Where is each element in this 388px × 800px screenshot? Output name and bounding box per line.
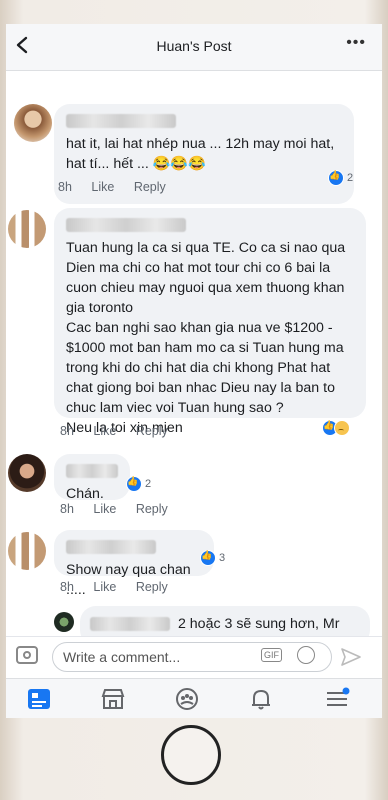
marketplace-icon[interactable] xyxy=(100,687,126,711)
phone-frame: Huan's Post ••• hat it, lai hat nhép nua… xyxy=(0,0,388,800)
avatar[interactable] xyxy=(54,612,74,632)
like-reaction-icon xyxy=(328,170,344,186)
comment-input[interactable]: Write a comment... GIF xyxy=(52,642,332,672)
comment-bubble[interactable]: Chán. xyxy=(54,454,130,502)
comment-meta: 8h Like Reply xyxy=(60,580,184,594)
comment-bubble[interactable]: Tuan hung la ca si qua TE. Co ca si nao … xyxy=(54,208,366,436)
reaction-count[interactable]: 2 xyxy=(328,170,353,186)
reply-button[interactable]: Reply xyxy=(136,424,168,438)
comment-bubble[interactable]: Show nay qua chan ..... xyxy=(54,530,214,598)
comments-list[interactable]: hat it, lai hat nhép nua ... 12h may moi… xyxy=(6,70,382,636)
comment-meta: 8h Like Reply xyxy=(60,502,184,516)
screen: Huan's Post ••• hat it, lai hat nhép nua… xyxy=(6,24,382,718)
reply-bubble[interactable]: 2 hoặc 3 sẽ sung hơn, Mr xyxy=(80,606,370,636)
send-icon[interactable] xyxy=(340,646,362,668)
like-button[interactable]: Like xyxy=(93,424,116,438)
comment-meta: 8h Like Reply xyxy=(58,180,182,194)
comment-time: 8h xyxy=(60,580,74,594)
comment-meta: 8h Like Reply xyxy=(60,424,184,438)
comment-time: 8h xyxy=(60,502,74,516)
sad-reaction-icon xyxy=(334,420,350,436)
home-button[interactable] xyxy=(161,725,221,785)
bottom-tab-bar xyxy=(6,678,382,718)
reply-button[interactable]: Reply xyxy=(134,180,166,194)
notifications-icon[interactable] xyxy=(248,687,274,711)
blurred-commenter-name xyxy=(90,617,170,632)
comment-text: Tuan hung la ca si qua TE. Co ca si nao … xyxy=(66,240,346,436)
blurred-commenter-name xyxy=(66,218,186,232)
avatar[interactable] xyxy=(14,104,52,142)
comment-time: 8h xyxy=(58,180,72,194)
like-reaction-icon xyxy=(200,550,216,566)
comment-text: hat it, lai hat nhép nua ... 12h may moi… xyxy=(66,136,335,172)
reply-button[interactable]: Reply xyxy=(136,502,168,516)
page-title: Huan's Post xyxy=(156,38,232,54)
comment-composer: Write a comment... GIF xyxy=(6,636,382,679)
like-reaction-icon xyxy=(126,476,142,492)
like-button[interactable]: Like xyxy=(93,580,116,594)
blurred-commenter-name xyxy=(66,540,156,554)
more-options-icon[interactable]: ••• xyxy=(346,34,366,52)
comment-text: Chán. xyxy=(66,486,104,502)
camera-icon[interactable] xyxy=(16,646,38,664)
menu-icon[interactable] xyxy=(324,687,350,711)
comment-time: 8h xyxy=(60,424,74,438)
like-button[interactable]: Like xyxy=(93,502,116,516)
blurred-commenter-name xyxy=(66,464,118,478)
avatar[interactable] xyxy=(8,210,46,248)
reaction-count[interactable] xyxy=(322,420,350,436)
groups-icon[interactable] xyxy=(174,687,200,711)
avatar[interactable] xyxy=(8,454,46,492)
reply-button[interactable]: Reply xyxy=(136,580,168,594)
emoji-icon[interactable] xyxy=(297,646,315,664)
reaction-count[interactable]: 2 xyxy=(126,476,151,492)
blurred-commenter-name xyxy=(66,114,176,128)
like-button[interactable]: Like xyxy=(91,180,114,194)
comment-text: 2 hoặc 3 sẽ sung hơn, Mr xyxy=(177,616,340,632)
gif-icon[interactable]: GIF xyxy=(261,648,282,662)
reaction-count[interactable]: 3 xyxy=(200,550,225,566)
avatar[interactable] xyxy=(8,532,46,570)
top-bar: Huan's Post ••• xyxy=(6,24,382,71)
news-feed-icon[interactable] xyxy=(26,687,52,711)
